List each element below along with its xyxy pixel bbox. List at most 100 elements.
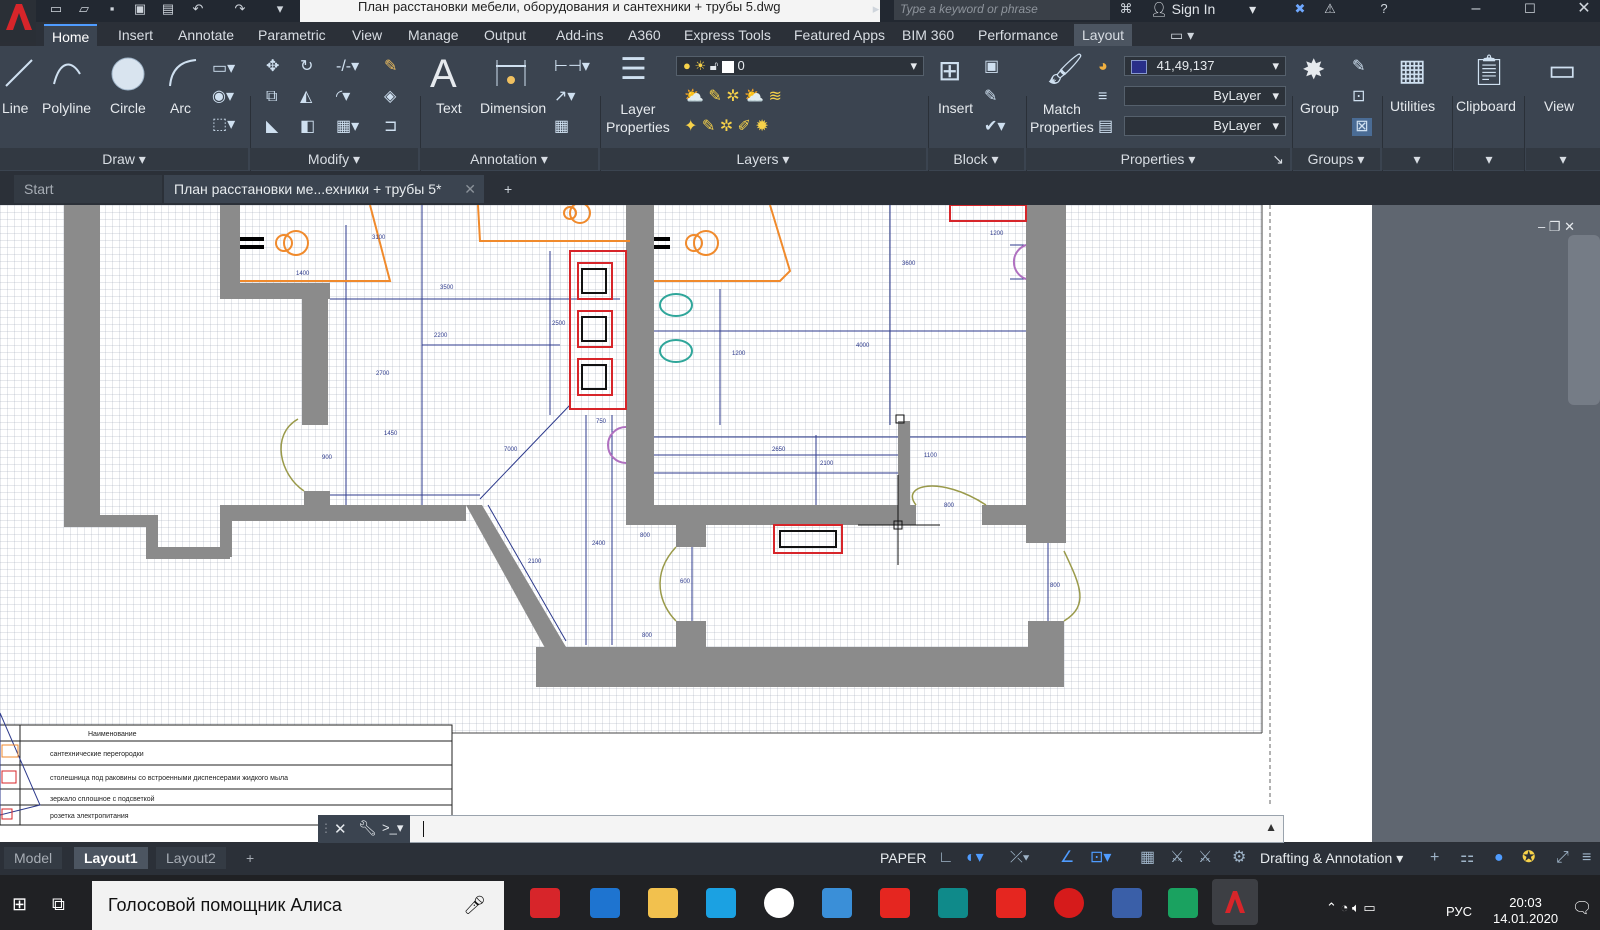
clipboard-label[interactable]: Clipboard <box>1456 98 1516 114</box>
linear-dimension-icon[interactable]: ⊢⊣▾ <box>554 58 590 76</box>
fullscreen-icon[interactable]: ⤢ <box>1556 849 1569 867</box>
group-label[interactable]: Group <box>1300 100 1339 116</box>
menu-icon[interactable]: ≡ <box>1582 849 1591 867</box>
utilities-panel-title[interactable]: ▾ <box>1382 148 1452 170</box>
task-view-icon[interactable]: ⧉ <box>52 894 65 915</box>
open-icon[interactable]: ▱ <box>76 2 92 16</box>
undo-icon[interactable]: ↶ <box>190 2 206 16</box>
linetype-dropdown[interactable]: ByLayer ▾ <box>1124 86 1286 106</box>
fillet-icon[interactable]: ◜▾ <box>336 88 350 106</box>
copy-icon[interactable]: ⧉ <box>266 88 277 106</box>
tab-insert[interactable]: Insert <box>110 24 161 46</box>
gear-icon[interactable]: ⚙ <box>1232 849 1246 867</box>
properties-panel-title[interactable]: Properties ▾ ↘ <box>1026 148 1290 170</box>
rotate-icon[interactable]: ↻ <box>300 58 313 76</box>
isodraft-icon[interactable]: ∠ <box>1060 849 1074 867</box>
binoculars-icon[interactable]: ⌘ <box>1118 2 1134 16</box>
redo-icon[interactable]: ↷ <box>232 2 248 16</box>
stretch-icon[interactable]: ◣ <box>266 118 278 136</box>
layer-properties-button[interactable]: Layer Properties <box>606 100 670 136</box>
plot-icon[interactable]: ▤ <box>160 2 176 16</box>
erase-icon[interactable]: ✎ <box>384 58 397 76</box>
drawing-area[interactable]: 3100 1400 3500 2200 2700 1450 900 7000 2… <box>0 205 1600 842</box>
clipboard-panel-title[interactable]: ▾ <box>1454 148 1524 170</box>
match-properties-icon[interactable]: 🖌︎ <box>1046 54 1084 86</box>
group-select-icon[interactable]: ⊠ <box>1352 118 1372 136</box>
lineweight-toggle-icon[interactable]: ▦ <box>1140 849 1155 867</box>
tab-layout2[interactable]: Layout2 <box>156 847 226 869</box>
close-icon[interactable]: ✕ <box>334 820 347 838</box>
osnap-tracking-icon[interactable]: ⤫▾ <box>1010 849 1030 867</box>
taskbar-app-icon[interactable] <box>530 888 560 918</box>
floor-plan-drawing[interactable]: 3100 1400 3500 2200 2700 1450 900 7000 2… <box>0 205 1600 842</box>
draw-panel-title[interactable]: Draw ▾ <box>0 148 248 170</box>
tab-performance[interactable]: Performance <box>970 24 1066 46</box>
taskbar-app-icon[interactable] <box>880 888 910 918</box>
drawing-tab[interactable]: План расстановки ме...ехники + трубы 5* … <box>164 175 484 203</box>
tab-home[interactable]: Home <box>44 24 98 46</box>
search-arrow-icon[interactable]: ▸ <box>868 2 884 16</box>
taskbar-app-icon[interactable] <box>1168 888 1198 918</box>
arc-label[interactable]: Arc <box>170 100 191 116</box>
move-icon[interactable]: ✥ <box>266 58 279 76</box>
array-icon[interactable]: ▦▾ <box>336 118 359 136</box>
create-block-icon[interactable]: ▣ <box>984 58 999 76</box>
opera-icon[interactable] <box>1054 888 1084 918</box>
color-dropdown[interactable]: 41,49,137 ▾ <box>1124 56 1286 76</box>
keyboard-language[interactable]: РУС <box>1446 904 1472 919</box>
polyline-label[interactable]: Polyline <box>42 100 91 116</box>
notifications-icon[interactable]: 🗨︎ <box>1572 898 1592 918</box>
ribbon-options-icon[interactable]: ▭ ▾ <box>1162 24 1202 46</box>
trim-icon[interactable]: -/-▾ <box>336 58 359 76</box>
mirror-icon[interactable]: ◭ <box>300 88 312 106</box>
dimension-icon[interactable] <box>494 56 528 90</box>
hardware-acceleration-icon[interactable]: ● <box>1494 849 1504 867</box>
calculator-icon[interactable]: ▦ <box>1398 54 1426 88</box>
exchange-icon[interactable]: ✖ <box>1292 2 1308 16</box>
tray-icons[interactable]: ⌃ ◔ 🔈︎ ▭ <box>1326 900 1376 916</box>
scale-icon[interactable]: ◧ <box>300 118 315 136</box>
tab-manage[interactable]: Manage <box>400 24 467 46</box>
taskbar-app-icon[interactable] <box>706 888 736 918</box>
dialog-launcher-icon[interactable]: ↘ <box>1272 148 1284 170</box>
offset-icon[interactable]: ⊐ <box>384 118 397 136</box>
minimize-icon[interactable]: – <box>1468 1 1484 17</box>
groups-panel-title[interactable]: Groups ▾ <box>1292 148 1380 170</box>
polyline-icon[interactable] <box>50 56 84 90</box>
taskbar-app-icon[interactable] <box>1112 888 1142 918</box>
hatch-icon[interactable]: ◉▾ <box>212 88 234 106</box>
explode-icon[interactable]: ◈ <box>384 88 396 106</box>
line-label[interactable]: Line <box>2 100 28 116</box>
object-snap-icon[interactable]: ⊡▾ <box>1090 849 1111 867</box>
rectangle-icon[interactable]: ▭▾ <box>212 60 235 78</box>
tab-add-ins[interactable]: Add-ins <box>548 24 611 46</box>
group-icon[interactable]: ✸ <box>1302 54 1325 86</box>
tab-featured-apps[interactable]: Featured Apps <box>786 24 893 46</box>
utilities-label[interactable]: Utilities <box>1390 98 1435 114</box>
layer-properties-icon[interactable]: ☰ <box>620 54 647 86</box>
match-properties-button[interactable]: Match Properties <box>1030 100 1094 136</box>
save-icon[interactable]: ▪ <box>104 2 120 16</box>
clean-screen-icon[interactable]: ✪ <box>1522 849 1535 867</box>
insert-label[interactable]: Insert <box>938 100 973 116</box>
voice-assistant-search[interactable]: Голосовой помощник Алиса 🎤︎ <box>92 881 504 930</box>
tab-layout1[interactable]: Layout1 <box>74 847 148 869</box>
tab-annotate[interactable]: Annotate <box>170 24 242 46</box>
edge-icon[interactable] <box>590 888 620 918</box>
layer-tools-row-1[interactable]: ⛅ ✎ ✲ ⛅ ≋ <box>684 88 834 106</box>
clipboard-icon[interactable]: 📋︎ <box>1470 54 1508 88</box>
isolate-objects-icon[interactable]: ⚏ <box>1460 849 1474 867</box>
tab-a360[interactable]: A360 <box>620 24 669 46</box>
save-as-icon[interactable]: ▣ <box>132 2 148 16</box>
command-history-icon[interactable]: ▲ <box>1265 820 1277 834</box>
tab-express-tools[interactable]: Express Tools <box>676 24 779 46</box>
maximize-icon[interactable]: ☐ <box>1522 2 1538 16</box>
new-icon[interactable]: ▭ <box>48 2 64 16</box>
table-icon[interactable]: ▦ <box>554 118 569 136</box>
circle-label[interactable]: Circle <box>110 100 146 116</box>
autocad-taskbar-button[interactable] <box>1212 879 1258 925</box>
block-panel-title[interactable]: Block ▾ <box>928 148 1024 170</box>
search-input[interactable]: Type a keyword or phrase <box>894 0 1110 20</box>
close-icon[interactable]: ✕ <box>1576 1 1592 17</box>
text-label[interactable]: Text <box>436 100 462 116</box>
